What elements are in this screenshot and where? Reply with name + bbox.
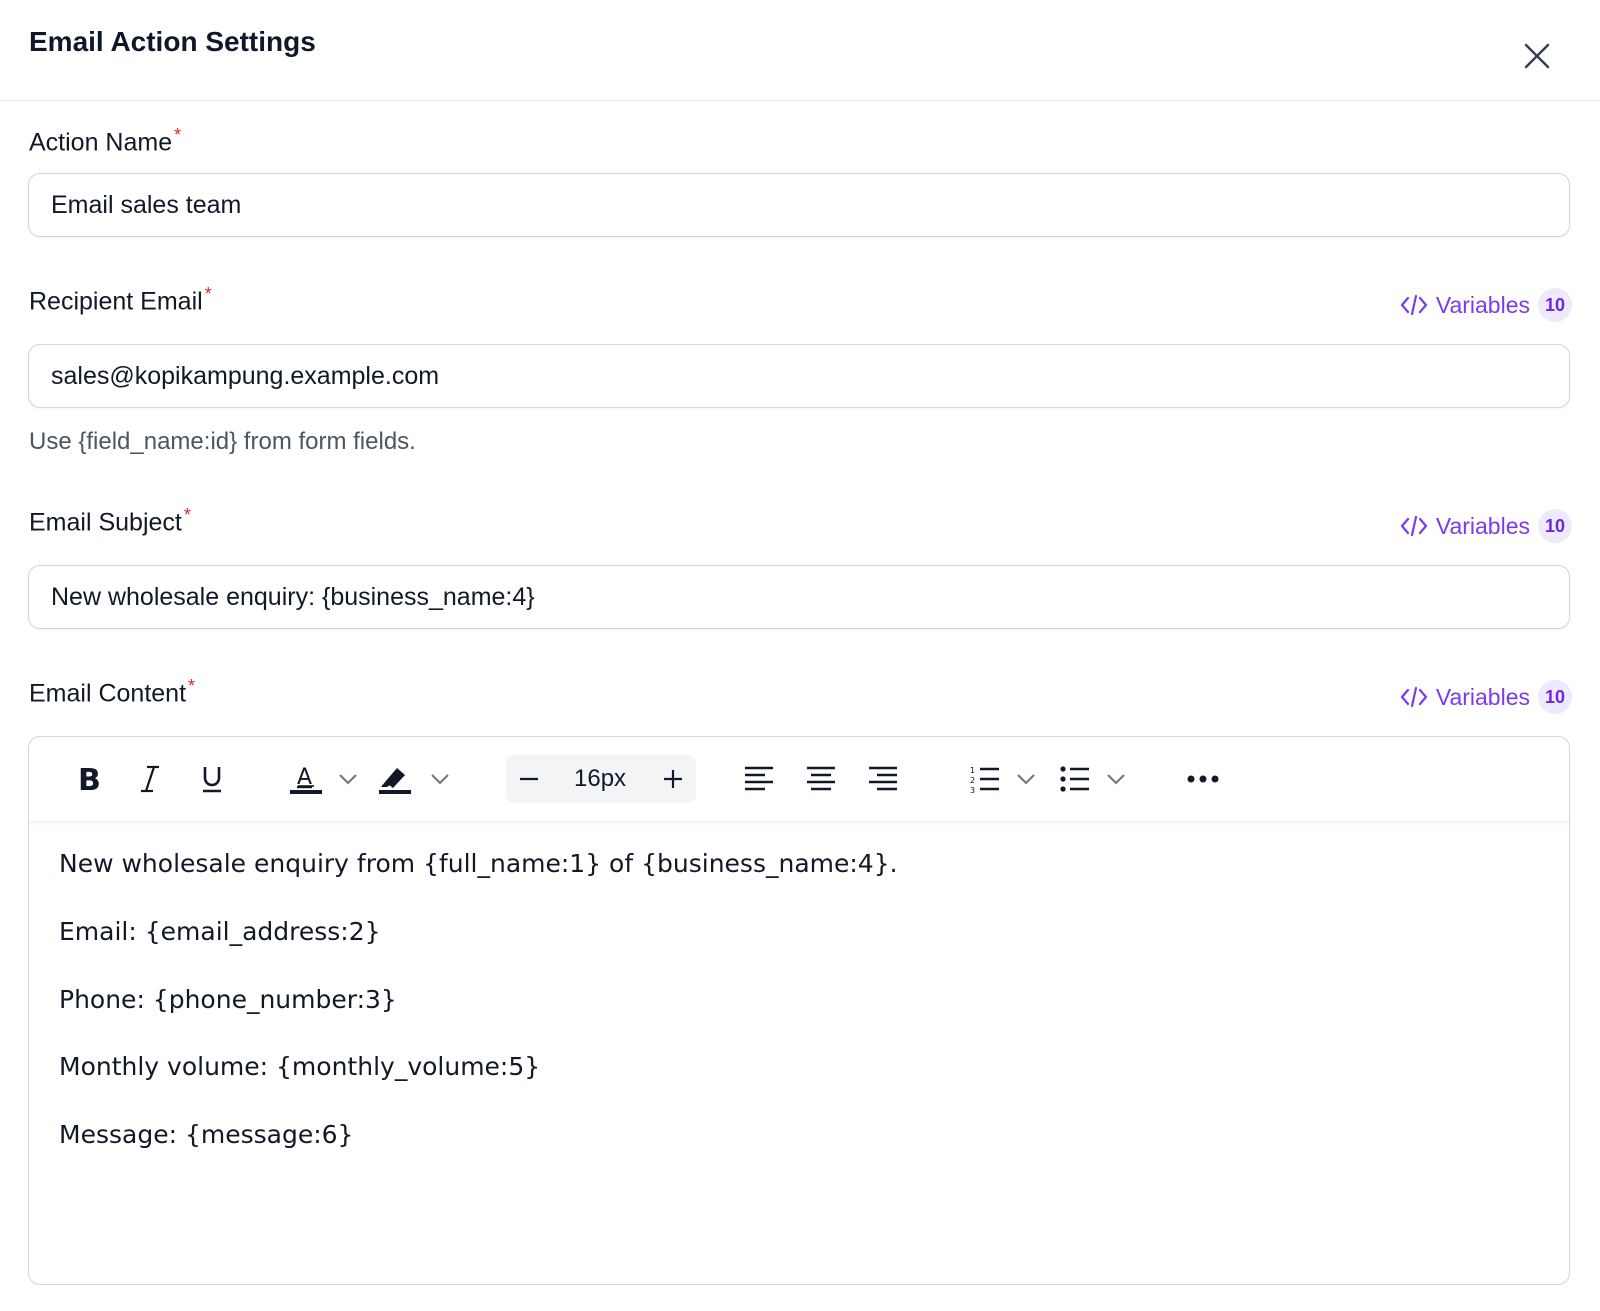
action-name-input[interactable]: Email sales team	[28, 173, 1570, 237]
required-mark: *	[188, 676, 196, 696]
font-size-control: 16px	[506, 755, 696, 803]
email-content-label-text: Email Content	[29, 679, 187, 708]
email-subject-value: New wholesale enquiry: {business_name:4}	[51, 582, 535, 611]
variables-count-badge: 10	[1538, 680, 1572, 714]
align-center-icon	[807, 766, 835, 791]
highlight-button[interactable]	[375, 759, 415, 799]
chevron-down-icon	[339, 774, 357, 785]
highlight-dropdown[interactable]	[427, 759, 453, 799]
code-icon	[1400, 294, 1427, 316]
text-color-icon: A	[290, 765, 322, 794]
recipient-email-value: sales@kopikampung.example.com	[51, 361, 440, 390]
email-content-label: Email Content *	[29, 676, 195, 708]
action-name-label: Action Name *	[29, 125, 181, 157]
svg-text:B: B	[78, 764, 100, 794]
rich-text-editor[interactable]: B A 16px 1 2 3 New wholesale enquiry fro…	[28, 736, 1570, 1285]
variables-count-badge: 10	[1538, 288, 1572, 322]
align-right-icon	[869, 766, 897, 791]
content-paragraph: Phone: {phone_number:3}	[59, 985, 397, 1014]
bullet-list-icon	[1060, 766, 1089, 792]
email-subject-input[interactable]: New wholesale enquiry: {business_name:4}	[28, 565, 1570, 629]
increase-font-size-button[interactable]	[656, 759, 690, 799]
content-variables-button[interactable]: Variables 10	[1400, 680, 1572, 714]
italic-icon	[141, 765, 159, 793]
content-paragraph: Message: {message:6}	[59, 1120, 354, 1149]
numbered-list-icon: 1 2 3	[970, 766, 999, 794]
bold-button[interactable]: B	[65, 759, 111, 799]
required-mark: *	[183, 505, 191, 525]
variables-label: Variables	[1435, 683, 1530, 710]
action-name-label-text: Action Name	[29, 128, 173, 157]
chevron-down-icon	[431, 774, 449, 785]
email-subject-label-text: Email Subject	[29, 508, 182, 537]
recipient-email-label: Recipient Email *	[29, 284, 212, 316]
numbered-list-button[interactable]: 1 2 3	[965, 759, 1005, 799]
text-color-dropdown[interactable]	[335, 759, 361, 799]
minus-icon	[520, 777, 538, 781]
svg-text:1: 1	[970, 766, 975, 775]
recipient-email-help: Use {field_name:id} from form fields.	[29, 428, 416, 455]
required-mark: *	[174, 125, 182, 145]
subject-variables-button[interactable]: Variables 10	[1400, 509, 1572, 543]
close-button[interactable]	[1522, 41, 1552, 71]
decrease-font-size-button[interactable]	[512, 759, 546, 799]
variables-label: Variables	[1435, 291, 1530, 318]
numbered-list-dropdown[interactable]	[1013, 759, 1039, 799]
bullet-list-button[interactable]	[1055, 759, 1095, 799]
svg-text:2: 2	[970, 776, 975, 785]
close-icon	[1524, 43, 1550, 69]
recipient-email-input[interactable]: sales@kopikampung.example.com	[28, 344, 1570, 408]
action-name-value: Email sales team	[51, 190, 242, 219]
align-center-button[interactable]	[801, 759, 841, 799]
chevron-down-icon	[1017, 774, 1035, 785]
variables-count-badge: 10	[1538, 509, 1572, 543]
variables-label: Variables	[1435, 512, 1530, 539]
dialog-header: Email Action Settings	[0, 0, 1600, 101]
underline-button[interactable]	[189, 759, 235, 799]
recipient-email-label-text: Recipient Email	[29, 287, 203, 316]
content-paragraph: Monthly volume: {monthly_volume:5}	[59, 1052, 541, 1081]
content-paragraph: Email: {email_address:2}	[59, 917, 381, 946]
align-left-button[interactable]	[739, 759, 779, 799]
underline-icon	[203, 767, 221, 793]
dialog-title: Email Action Settings	[29, 26, 316, 57]
code-icon	[1400, 686, 1427, 708]
required-mark: *	[204, 284, 212, 304]
align-left-icon	[745, 766, 773, 791]
align-right-button[interactable]	[863, 759, 903, 799]
svg-text:3: 3	[970, 786, 975, 794]
bold-icon: B	[78, 764, 100, 794]
font-size-value[interactable]: 16px	[574, 765, 626, 793]
plus-icon	[664, 770, 682, 788]
recipient-variables-button[interactable]: Variables 10	[1400, 288, 1572, 322]
text-color-button[interactable]: A	[287, 759, 325, 799]
highlight-icon	[379, 768, 411, 794]
italic-button[interactable]	[127, 759, 173, 799]
email-subject-label: Email Subject *	[29, 505, 191, 537]
editor-toolbar: B A 16px 1 2 3	[29, 737, 1569, 822]
more-icon	[1187, 775, 1219, 783]
more-options-button[interactable]	[1183, 759, 1223, 799]
code-icon	[1400, 515, 1427, 537]
bullet-list-dropdown[interactable]	[1103, 759, 1129, 799]
content-paragraph: New wholesale enquiry from {full_name:1}…	[59, 849, 898, 878]
chevron-down-icon	[1107, 774, 1125, 785]
